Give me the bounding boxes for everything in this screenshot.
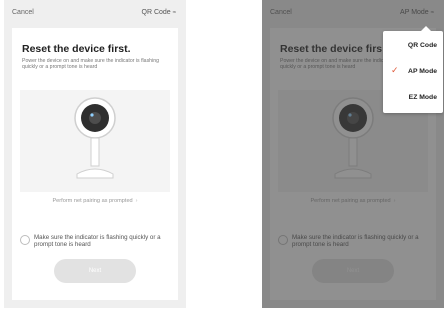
cancel-button[interactable]: Cancel [12, 9, 34, 16]
mode-selector[interactable]: AP Mode ≈ [400, 9, 434, 16]
top-bar: Cancel QR Code ≈ [4, 0, 186, 28]
confirm-label: Make sure the indicator is flashing quic… [292, 234, 419, 249]
pairing-link-text: Perform net pairing as prompted [52, 198, 133, 204]
top-bar: Cancel AP Mode ≈ [262, 0, 444, 28]
menu-item-label: QR Code [407, 42, 437, 49]
menu-item-ap-mode[interactable]: ✓ AP Mode [383, 59, 443, 85]
phone-screen-left: Cancel QR Code ≈ Reset the device first. … [4, 0, 186, 308]
next-button[interactable]: Next [54, 259, 136, 283]
phone-screen-right: Cancel AP Mode ≈ Reset the device firs Po… [262, 0, 444, 308]
instruction-text: Power the device on and make sure the in… [22, 58, 159, 71]
mode-selector[interactable]: QR Code ≈ [142, 9, 176, 16]
page-title: Reset the device firs [280, 43, 383, 55]
chevron-down-icon: ≈ [172, 10, 176, 16]
menu-item-ez-mode[interactable]: EZ Mode [383, 85, 443, 111]
pairing-link[interactable]: Perform net pairing as prompted › [270, 198, 436, 204]
chevron-down-icon: ≈ [430, 10, 434, 16]
confirm-label: Make sure the indicator is flashing quic… [34, 234, 161, 249]
confirm-checkbox[interactable] [278, 235, 288, 245]
mode-label: QR Code [141, 9, 171, 16]
camera-icon [74, 97, 116, 179]
menu-item-label: EZ Mode [408, 94, 437, 101]
confirm-checkbox[interactable] [20, 235, 30, 245]
page-title: Reset the device first. [22, 43, 131, 55]
next-button[interactable]: Next [312, 259, 394, 283]
chevron-right-icon: › [393, 198, 396, 204]
pairing-link[interactable]: Perform net pairing as prompted › [12, 198, 178, 204]
menu-item-qr-code[interactable]: QR Code [383, 33, 443, 59]
camera-icon [332, 97, 374, 179]
menu-item-label: AP Mode [408, 68, 437, 75]
cancel-button[interactable]: Cancel [270, 9, 292, 16]
pairing-link-text: Perform net pairing as prompted [310, 198, 391, 204]
mode-label: AP Mode [400, 9, 429, 16]
content-card: Reset the device first. Power the device… [12, 28, 178, 300]
mode-dropdown-menu: QR Code ✓ AP Mode EZ Mode [383, 26, 443, 113]
device-image-area [20, 90, 170, 192]
checkmark-icon: ✓ [391, 65, 399, 75]
chevron-right-icon: › [135, 198, 138, 204]
